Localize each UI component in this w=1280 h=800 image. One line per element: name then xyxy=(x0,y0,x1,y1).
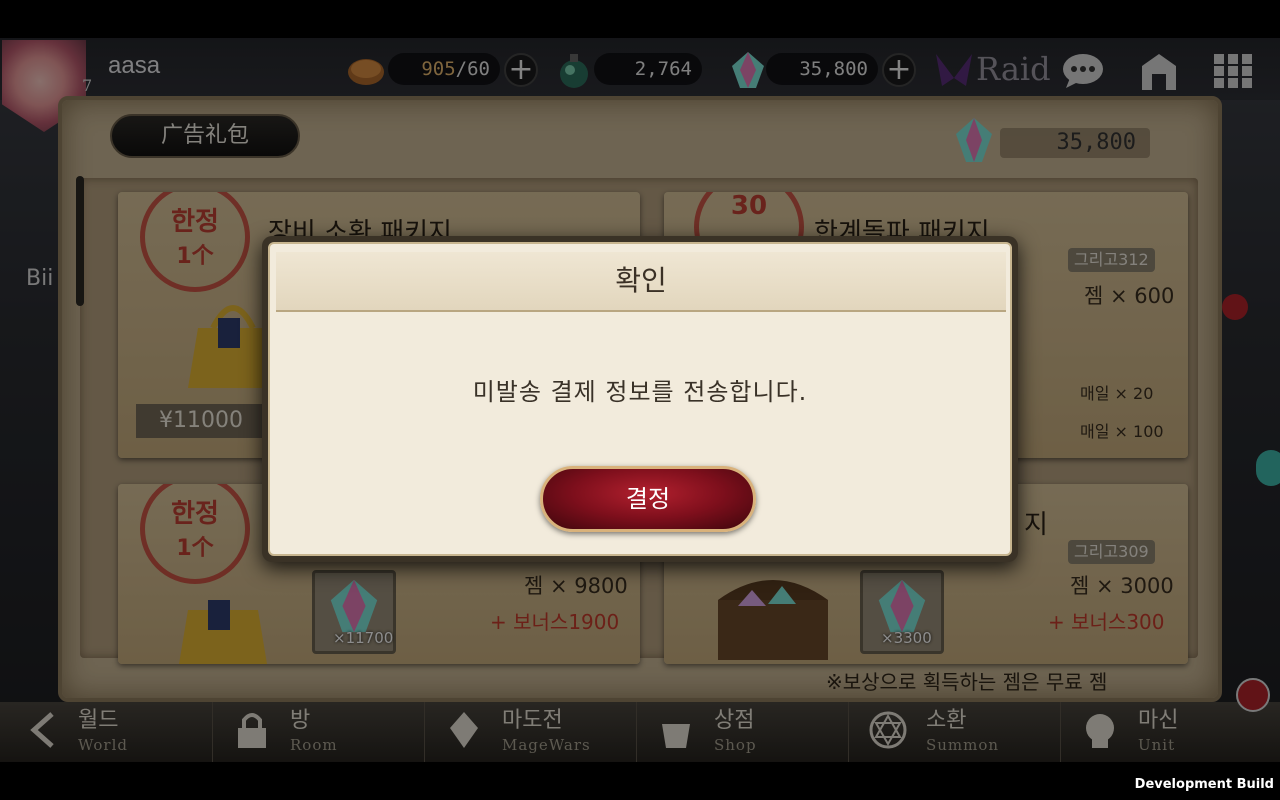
dialog-message: 미발송 결제 정보를 전송합니다. xyxy=(472,378,808,406)
confirm-button[interactable]: 결정 xyxy=(540,466,756,532)
confirm-dialog: 확인 미발송 결제 정보를 전송합니다. 결정 xyxy=(262,236,1018,562)
dialog-frame: 확인 미발송 결제 정보를 전송합니다. 결정 xyxy=(268,242,1012,556)
dialog-title: 확인 xyxy=(276,252,1006,312)
build-label: Development Build xyxy=(1134,777,1274,792)
